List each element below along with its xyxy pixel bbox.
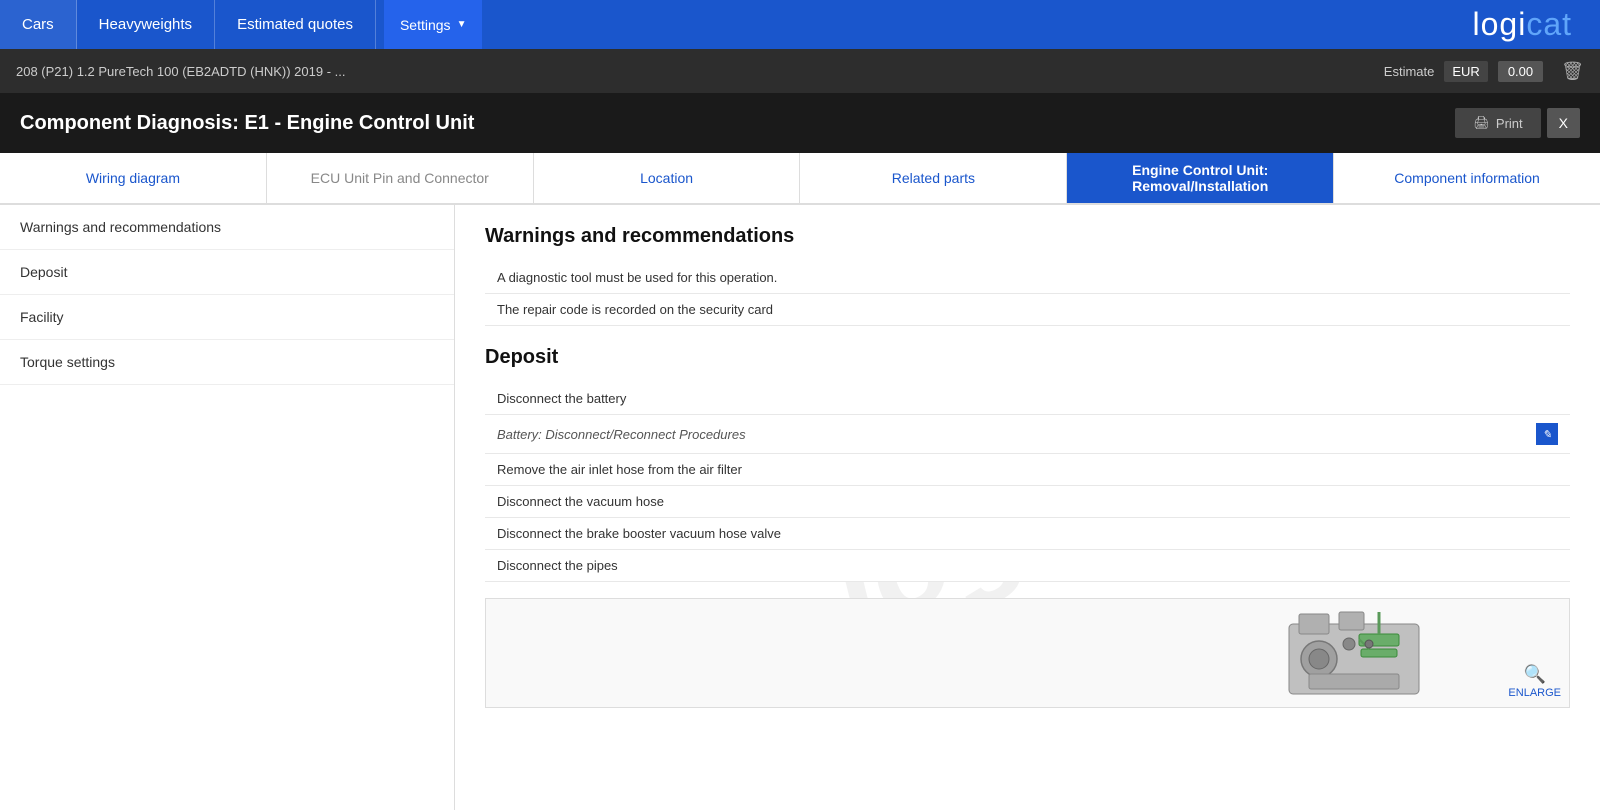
- deposit-item-6: Disconnect the pipes: [485, 550, 1570, 582]
- left-sidebar: Warnings and recommendations Deposit Fac…: [0, 205, 455, 810]
- breadcrumb: 208 (P21) 1.2 PureTech 100 (EB2ADTD (HNK…: [16, 64, 345, 79]
- enlarge-button[interactable]: 🔍 ENLARGE: [1508, 664, 1561, 699]
- sidebar-item-facility[interactable]: Facility: [0, 295, 454, 340]
- deposit-item-link: Battery: Disconnect/Reconnect Procedures…: [485, 415, 1570, 454]
- enlarge-label: ENLARGE: [1508, 687, 1561, 699]
- engine-image-placeholder: [486, 599, 1569, 707]
- page-title: Component Diagnosis: E1 - Engine Control…: [20, 112, 474, 135]
- tab-removal-installation[interactable]: Engine Control Unit: Removal/Installatio…: [1067, 153, 1334, 203]
- engine-image: [1279, 604, 1459, 704]
- estimate-currency: EUR: [1444, 61, 1487, 82]
- deposit-item-5: Disconnect the brake booster vacuum hose…: [485, 518, 1570, 550]
- content-area: Warnings and recommendations Deposit Fac…: [0, 205, 1600, 810]
- breadcrumb-bar: 208 (P21) 1.2 PureTech 100 (EB2ADTD (HNK…: [0, 49, 1600, 93]
- edit-link-icon[interactable]: ✎: [1536, 423, 1558, 445]
- sidebar-item-torque[interactable]: Torque settings: [0, 340, 454, 385]
- print-icon: 🖨: [1473, 115, 1490, 131]
- section-warnings-title: Warnings and recommendations: [485, 225, 1570, 248]
- settings-button[interactable]: Settings ▼: [384, 0, 483, 49]
- content-body: Warnings and recommendations A diagnosti…: [485, 225, 1570, 708]
- deposit-item-3: Remove the air inlet hose from the air f…: [485, 454, 1570, 486]
- warnings-item-2: The repair code is recorded on the secur…: [485, 294, 1570, 326]
- sidebar-item-warnings[interactable]: Warnings and recommendations: [0, 205, 454, 250]
- sidebar-item-deposit[interactable]: Deposit: [0, 250, 454, 295]
- page-header: Component Diagnosis: E1 - Engine Control…: [0, 93, 1600, 153]
- tab-wiring-diagram[interactable]: Wiring diagram: [0, 153, 267, 203]
- logo: logicat: [1473, 0, 1600, 49]
- nav-estimated-quotes[interactable]: Estimated quotes: [215, 0, 376, 49]
- enlarge-icon: 🔍: [1524, 664, 1546, 685]
- settings-label: Settings: [400, 17, 451, 33]
- nav-heavyweights[interactable]: Heavyweights: [77, 0, 215, 49]
- trash-icon[interactable]: 🗑: [1561, 61, 1584, 82]
- tabs-bar: Wiring diagram ECU Unit Pin and Connecto…: [0, 153, 1600, 205]
- estimate-value: 0.00: [1498, 61, 1543, 82]
- tab-component-information[interactable]: Component information: [1334, 153, 1600, 203]
- main-content: logicat Warnings and recommendations A d…: [455, 205, 1600, 810]
- tab-ecu-pin[interactable]: ECU Unit Pin and Connector: [267, 153, 534, 203]
- chevron-down-icon: ▼: [457, 19, 467, 30]
- section-deposit-title: Deposit: [485, 346, 1570, 369]
- tab-related-parts[interactable]: Related parts: [800, 153, 1067, 203]
- image-area: 🔍 ENLARGE: [485, 598, 1570, 708]
- warnings-item-1: A diagnostic tool must be used for this …: [485, 262, 1570, 294]
- estimate-label: Estimate: [1384, 64, 1435, 79]
- estimate-area: Estimate EUR 0.00 🗑: [1384, 61, 1584, 82]
- deposit-item-4: Disconnect the vacuum hose: [485, 486, 1570, 518]
- header-actions: 🖨 Print X: [1455, 108, 1580, 138]
- nav-cars[interactable]: Cars: [0, 0, 77, 49]
- tab-location[interactable]: Location: [534, 153, 801, 203]
- print-button[interactable]: 🖨 Print: [1455, 108, 1540, 138]
- deposit-item-1: Disconnect the battery: [485, 383, 1570, 415]
- top-navigation: Cars Heavyweights Estimated quotes Setti…: [0, 0, 1600, 49]
- close-button[interactable]: X: [1547, 108, 1580, 138]
